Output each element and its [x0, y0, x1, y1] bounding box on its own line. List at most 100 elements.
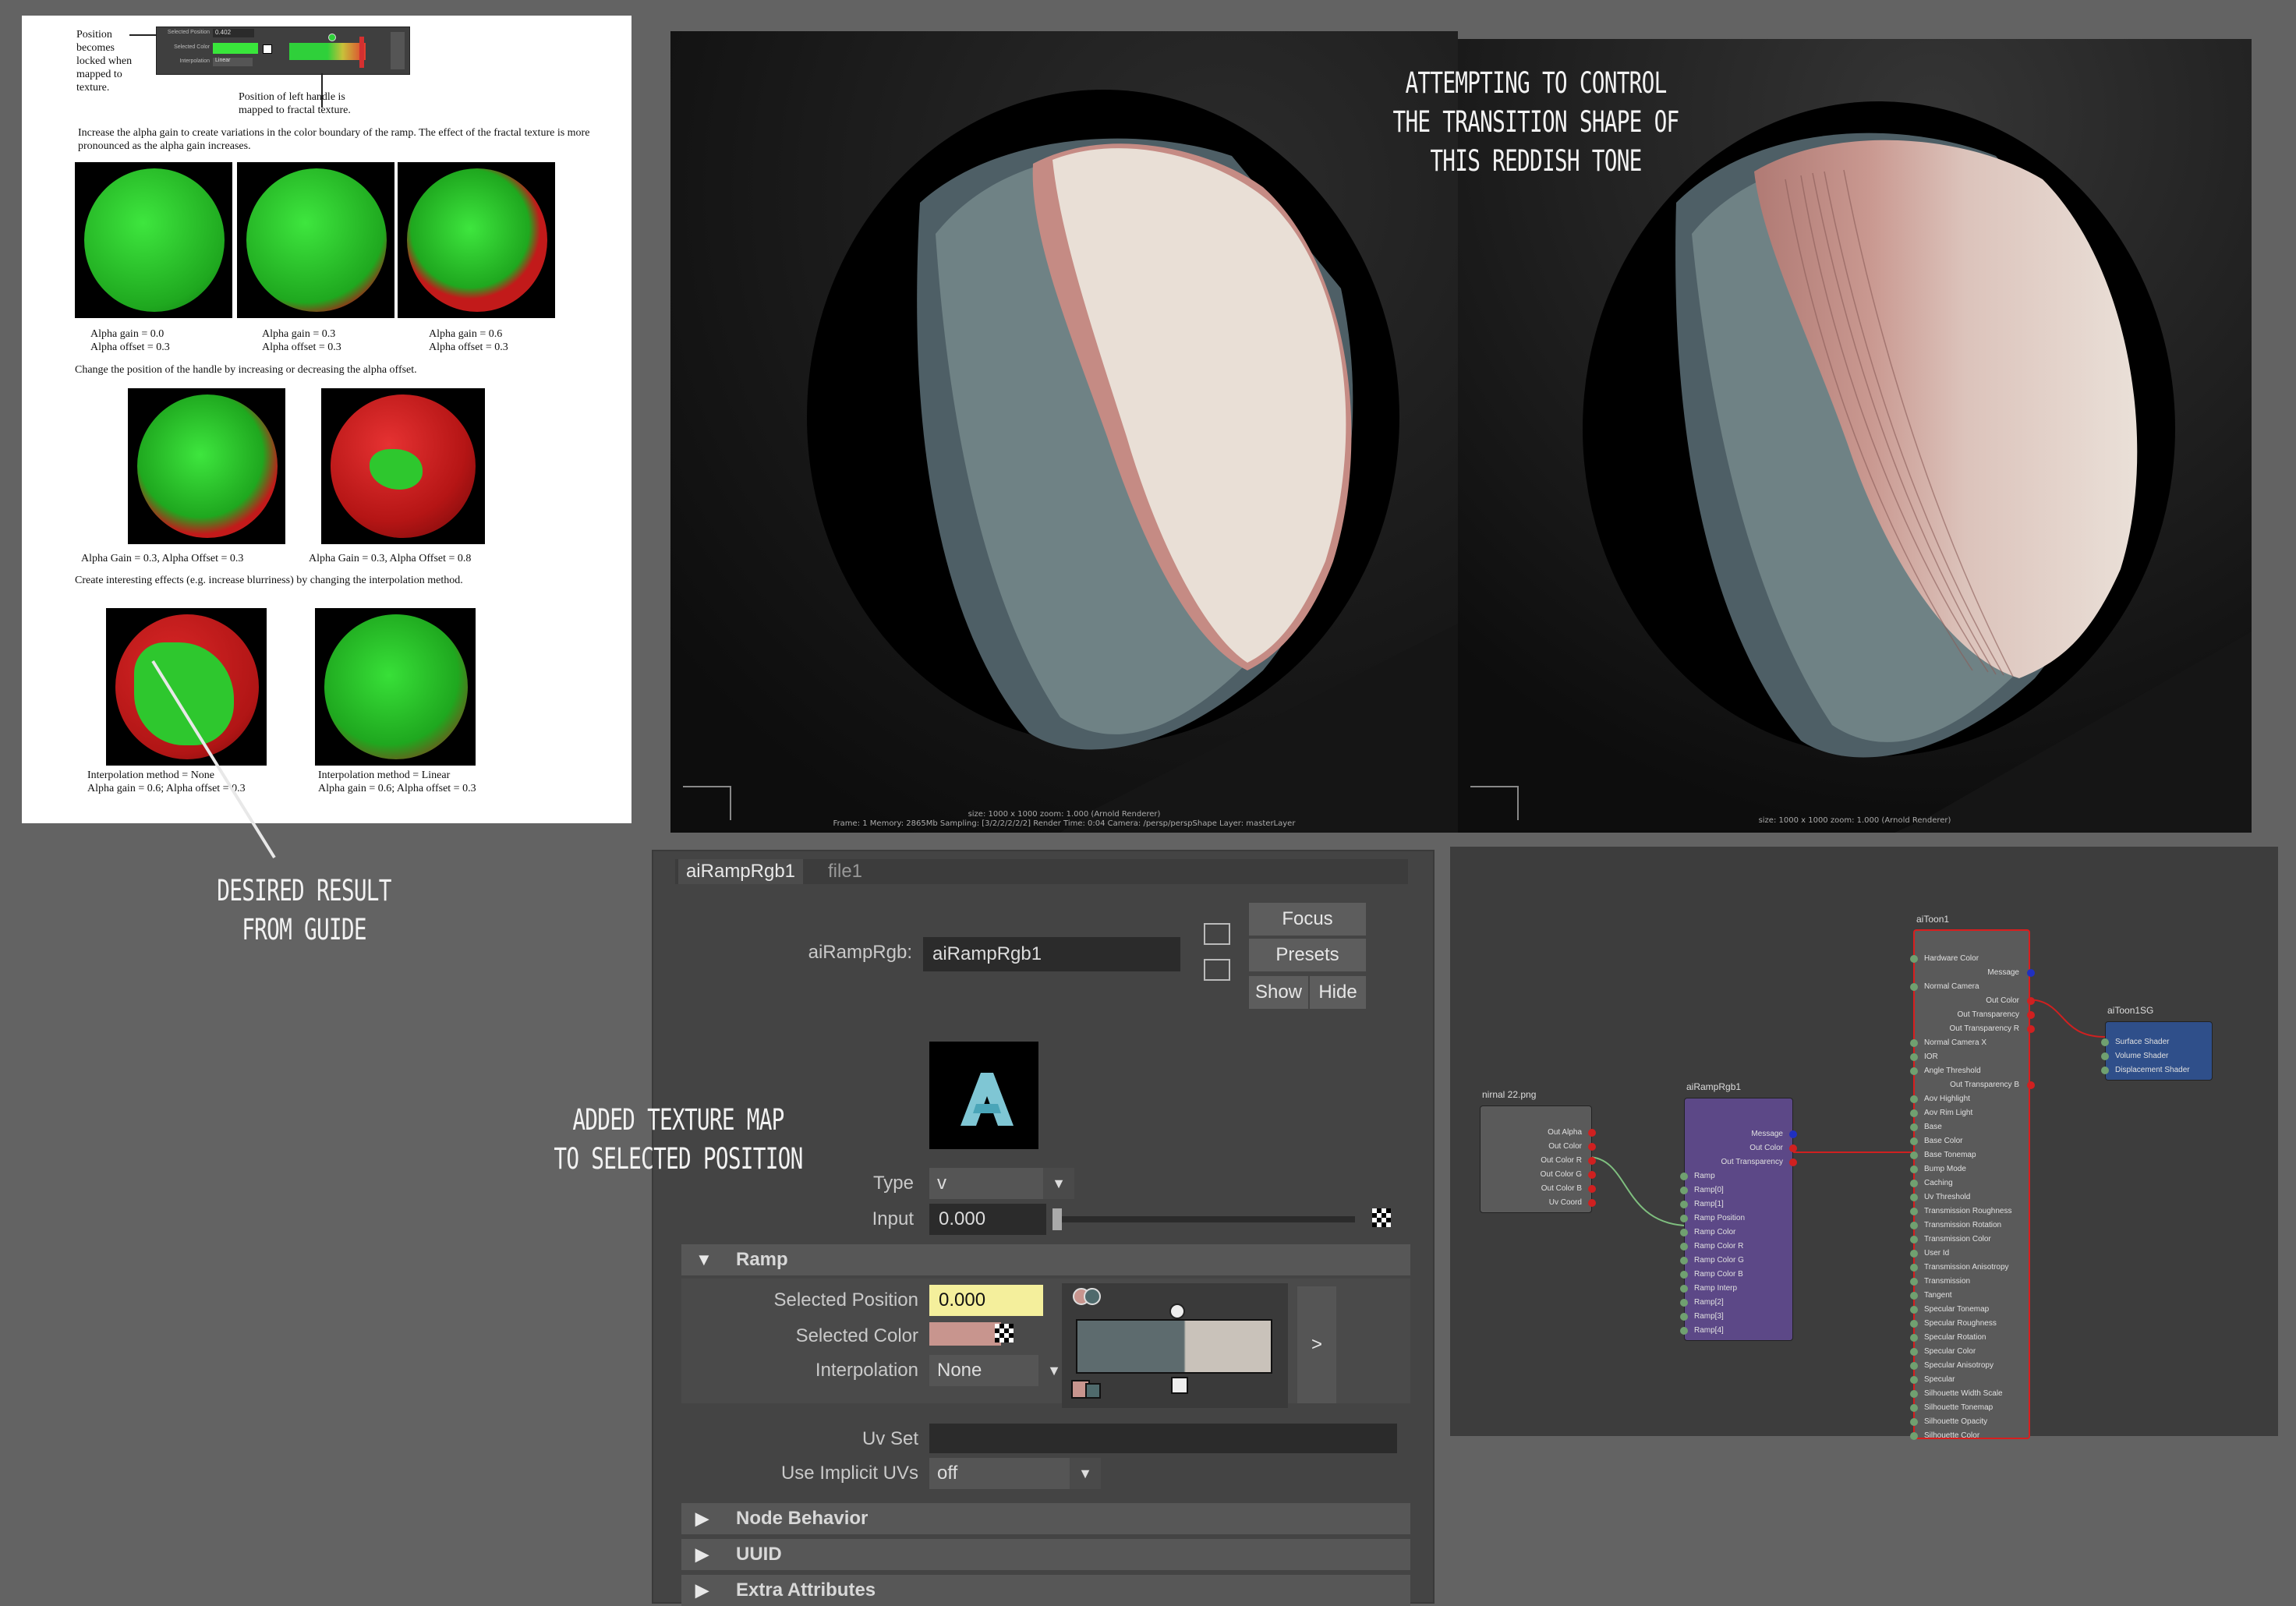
node-port[interactable] [2027, 997, 2035, 1005]
node-port[interactable] [1910, 1418, 1918, 1426]
ramp-handle[interactable] [1169, 1304, 1185, 1319]
node-port[interactable] [1789, 1159, 1797, 1166]
ramp-gradient-bar[interactable] [1076, 1319, 1272, 1374]
node-port[interactable] [1910, 1180, 1918, 1187]
focus-button[interactable]: Focus [1249, 903, 1366, 936]
interpolation-dropdown[interactable]: None ▼ [929, 1355, 1070, 1386]
node-port[interactable] [1910, 1264, 1918, 1272]
checker-icon[interactable] [1372, 1208, 1391, 1227]
ramp-handle[interactable] [1084, 1288, 1101, 1305]
input-slider-track[interactable] [1059, 1216, 1355, 1222]
node-port[interactable] [1910, 1039, 1918, 1047]
node-port[interactable] [1910, 1292, 1918, 1300]
node-port[interactable] [1910, 1348, 1918, 1356]
node-port[interactable] [2027, 1011, 2035, 1019]
node-port[interactable] [1588, 1157, 1596, 1165]
node-port[interactable] [1910, 1123, 1918, 1131]
ramp-expand-button[interactable]: > [1297, 1286, 1336, 1403]
show-button[interactable]: Show [1249, 976, 1308, 1009]
node-port[interactable] [1910, 1404, 1918, 1412]
node-port[interactable] [1910, 1362, 1918, 1370]
node-port[interactable] [1680, 1327, 1688, 1335]
type-dropdown[interactable]: v ▼ [929, 1168, 1074, 1199]
render-view-left: size: 1000 x 1000 zoom: 1.000 (Arnold Re… [670, 31, 1458, 833]
node-port[interactable] [1680, 1285, 1688, 1293]
shading-group-node[interactable]: aiToon1SG Surface Shader Volume Shader Dis… [2101, 1005, 2213, 1081]
node-port[interactable] [1789, 1144, 1797, 1152]
node-port-label: Normal Camera [1924, 982, 1979, 991]
ramp-delete-icon[interactable] [1171, 1377, 1188, 1394]
node-port[interactable] [1910, 1095, 1918, 1103]
use-implicit-uvs-dropdown[interactable]: off ▼ [929, 1458, 1101, 1489]
node-port[interactable] [1910, 1432, 1918, 1440]
ramp-widget[interactable] [1062, 1283, 1288, 1408]
node-port-label: Transmission Rotation [1924, 1221, 2002, 1229]
node-port[interactable] [2101, 1038, 2109, 1046]
node-port[interactable] [1680, 1173, 1688, 1180]
node-port[interactable] [1588, 1143, 1596, 1151]
node-name-field[interactable]: aiRampRgb1 [923, 937, 1180, 971]
uuid-section[interactable]: ▶ UUID [681, 1539, 1410, 1570]
input-field[interactable]: 0.000 [929, 1204, 1046, 1235]
node-port[interactable] [1680, 1313, 1688, 1321]
node-editor: nirnal 22.png Out Alpha Out Color Out Colo… [1450, 847, 2278, 1440]
node-behavior-section[interactable]: ▶ Node Behavior [681, 1503, 1410, 1534]
node-port[interactable] [1680, 1215, 1688, 1222]
toon-node[interactable]: aiToon1 Hardware Color Message Normal Came… [1910, 914, 2035, 1440]
selected-color-swatch[interactable] [929, 1322, 1001, 1346]
node-port[interactable] [1910, 1109, 1918, 1117]
node-port[interactable] [1910, 1166, 1918, 1173]
ramp-node[interactable]: aiRampRgb1 Message Out Color Out Transpare… [1680, 1081, 1797, 1341]
node-port[interactable] [2101, 1067, 2109, 1074]
node-port[interactable] [1910, 1137, 1918, 1145]
node-port[interactable] [1680, 1257, 1688, 1265]
presets-button[interactable]: Presets [1249, 939, 1366, 971]
uv-set-field[interactable] [929, 1424, 1397, 1453]
node-port[interactable] [1588, 1171, 1596, 1179]
node-port[interactable] [2027, 1025, 2035, 1033]
node-title: nirnal 22.png [1482, 1089, 1537, 1100]
output-connection-icon[interactable] [1204, 959, 1230, 981]
selected-color-label: Selected Color [795, 1325, 918, 1346]
file-node[interactable]: nirnal 22.png Out Alpha Out Color Out Colo… [1480, 1089, 1596, 1213]
node-port[interactable] [1789, 1130, 1797, 1138]
node-port[interactable] [1680, 1299, 1688, 1307]
hide-button[interactable]: Hide [1310, 976, 1366, 1009]
node-port[interactable] [1588, 1199, 1596, 1207]
node-port[interactable] [1588, 1185, 1596, 1193]
node-port[interactable] [1680, 1187, 1688, 1194]
checker-icon[interactable] [995, 1324, 1014, 1342]
extra-attributes-section[interactable]: ▶ Extra Attributes [681, 1575, 1410, 1606]
node-port[interactable] [1910, 1067, 1918, 1075]
node-port[interactable] [1680, 1229, 1688, 1236]
node-port[interactable] [2027, 969, 2035, 977]
node-port[interactable] [1910, 1278, 1918, 1286]
ramp-section-header[interactable]: ▼ Ramp [681, 1244, 1410, 1275]
node-port[interactable] [2101, 1052, 2109, 1060]
node-port[interactable] [1910, 1390, 1918, 1398]
node-port[interactable] [1910, 1376, 1918, 1384]
node-port[interactable] [1910, 1208, 1918, 1215]
input-slider-handle[interactable] [1052, 1208, 1062, 1230]
node-port[interactable] [2027, 1081, 2035, 1089]
node-port[interactable] [1588, 1129, 1596, 1137]
node-port[interactable] [1910, 1194, 1918, 1201]
node-port[interactable] [1910, 1250, 1918, 1258]
node-port[interactable] [1910, 983, 1918, 991]
node-port[interactable] [1910, 1053, 1918, 1061]
tab-airamprgb1[interactable]: aiRampRgb1 [678, 859, 803, 884]
node-port[interactable] [1910, 1306, 1918, 1314]
ramp-marker[interactable] [1085, 1383, 1101, 1399]
node-port[interactable] [1910, 1151, 1918, 1159]
node-port[interactable] [1910, 1320, 1918, 1328]
tab-file1[interactable]: file1 [806, 859, 884, 884]
node-port[interactable] [1680, 1243, 1688, 1250]
input-connection-icon[interactable] [1204, 923, 1230, 945]
node-port[interactable] [1680, 1201, 1688, 1208]
node-port[interactable] [1910, 1236, 1918, 1243]
selected-position-field[interactable]: 0.000 [929, 1285, 1043, 1316]
node-port[interactable] [1910, 955, 1918, 963]
node-port[interactable] [1680, 1271, 1688, 1279]
node-port[interactable] [1910, 1222, 1918, 1229]
node-port[interactable] [1910, 1334, 1918, 1342]
